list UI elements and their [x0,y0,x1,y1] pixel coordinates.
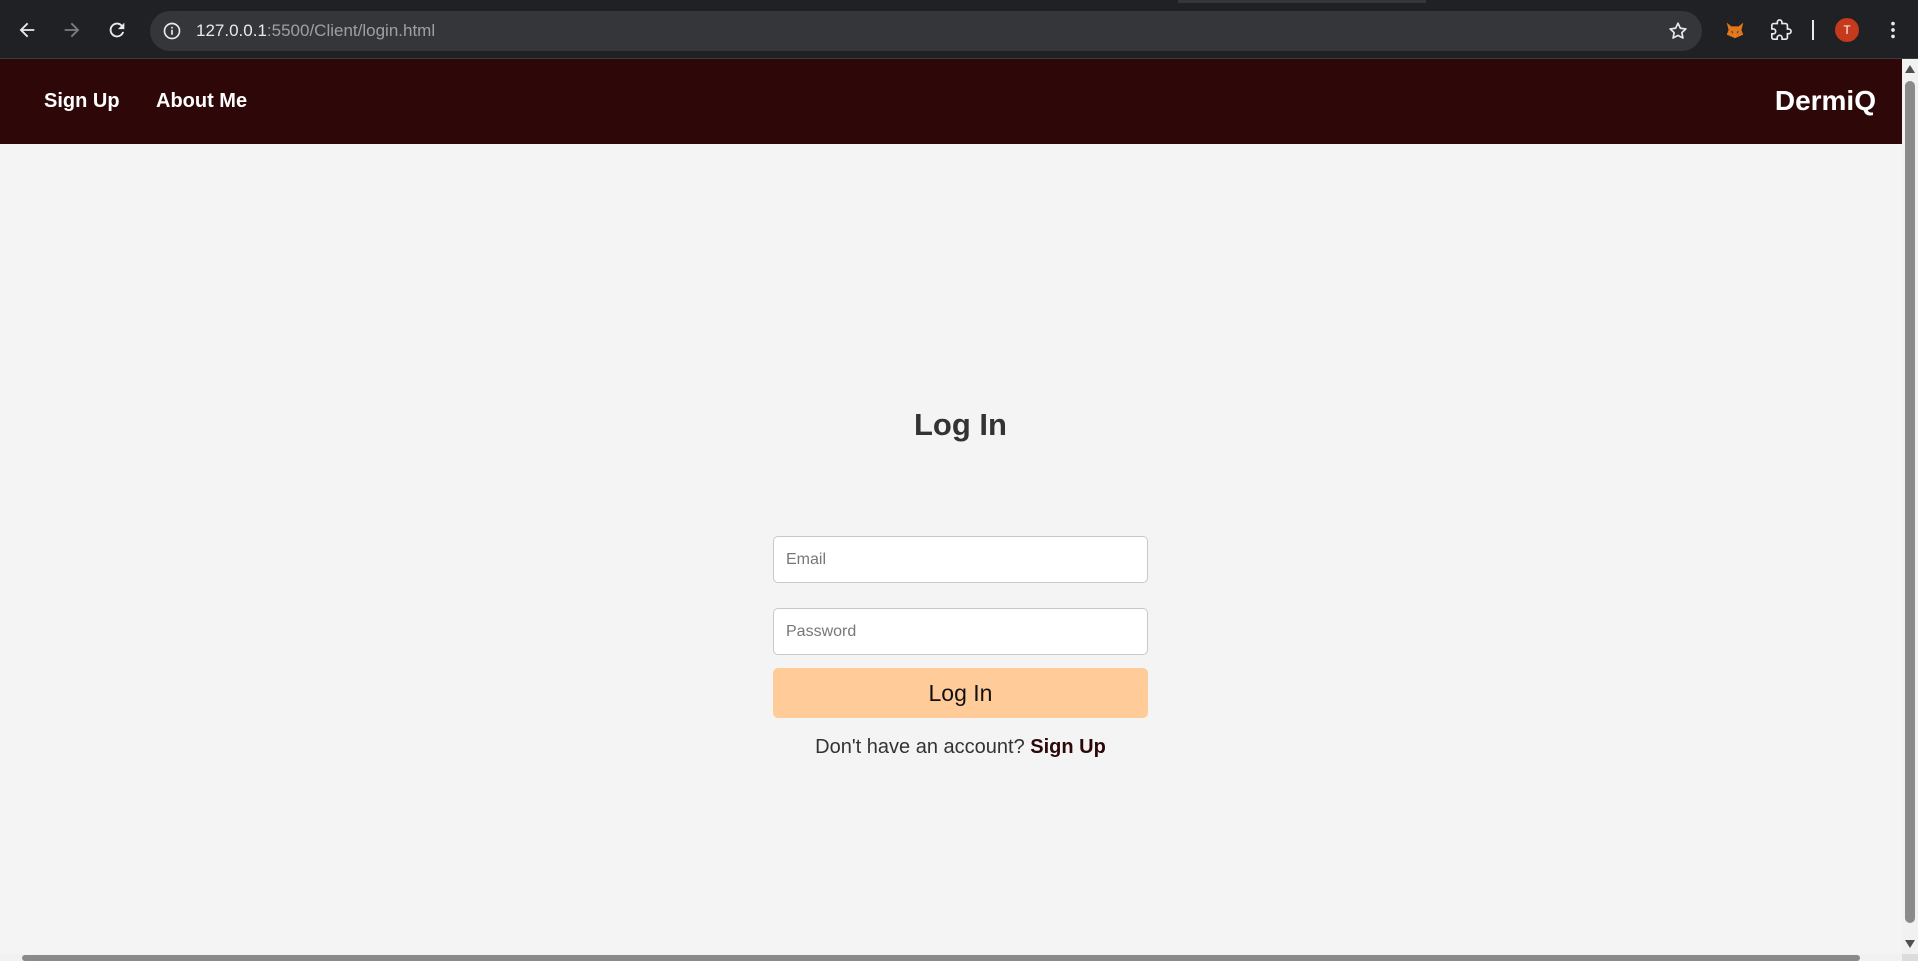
email-field[interactable] [773,536,1148,583]
reload-icon [106,19,128,41]
vertical-scroll-thumb[interactable] [1905,81,1915,923]
nav-sign-up-link[interactable]: Sign Up [44,90,120,113]
reload-button[interactable] [99,12,135,48]
profile-avatar[interactable]: T [1835,18,1859,42]
url-text: 127.0.0.1:5500/Client/login.html [196,21,435,41]
horizontal-scroll-thumb[interactable] [22,955,1860,961]
signup-prompt: Don't have an account? Sign Up [773,736,1148,759]
forward-arrow-icon [61,19,83,41]
address-bar[interactable]: 127.0.0.1:5500/Client/login.html [150,11,1702,51]
back-arrow-icon [16,19,38,41]
login-title: Log In [914,407,1007,442]
toolbar-divider [1812,20,1814,40]
back-button[interactable] [9,12,45,48]
puzzle-icon[interactable] [1768,17,1794,43]
scrollbar-corner [1902,954,1918,961]
log-in-button[interactable]: Log In [773,668,1148,718]
fox-extension-icon[interactable] [1722,17,1748,43]
password-field[interactable] [773,608,1148,655]
page-viewport: Sign Up About Me DermiQ Log In Log In Do… [0,59,1902,954]
browser-toolbar: 127.0.0.1:5500/Client/login.html T [0,0,1918,59]
tab-strip-hint [1178,0,1426,3]
url-host: 127.0.0.1 [196,21,267,40]
info-icon[interactable] [160,19,184,43]
vertical-scrollbar[interactable] [1902,59,1918,954]
signup-link[interactable]: Sign Up [1030,736,1106,758]
nav-about-me-link[interactable]: About Me [156,90,247,113]
horizontal-scrollbar[interactable] [0,954,1902,961]
scroll-up-arrow-icon[interactable] [1905,65,1915,73]
url-path: :5500/Client/login.html [266,21,436,40]
signup-prompt-text: Don't have an account? [815,736,1025,758]
site-brand: DermiQ [1774,85,1876,116]
forward-button[interactable] [54,12,90,48]
star-icon[interactable] [1666,19,1690,43]
kebab-menu-icon[interactable] [1880,17,1906,43]
site-navbar: Sign Up About Me DermiQ [0,59,1902,144]
login-form: Log In Log In Don't have an account? Sig… [773,400,1148,758]
scroll-down-arrow-icon[interactable] [1905,940,1915,948]
